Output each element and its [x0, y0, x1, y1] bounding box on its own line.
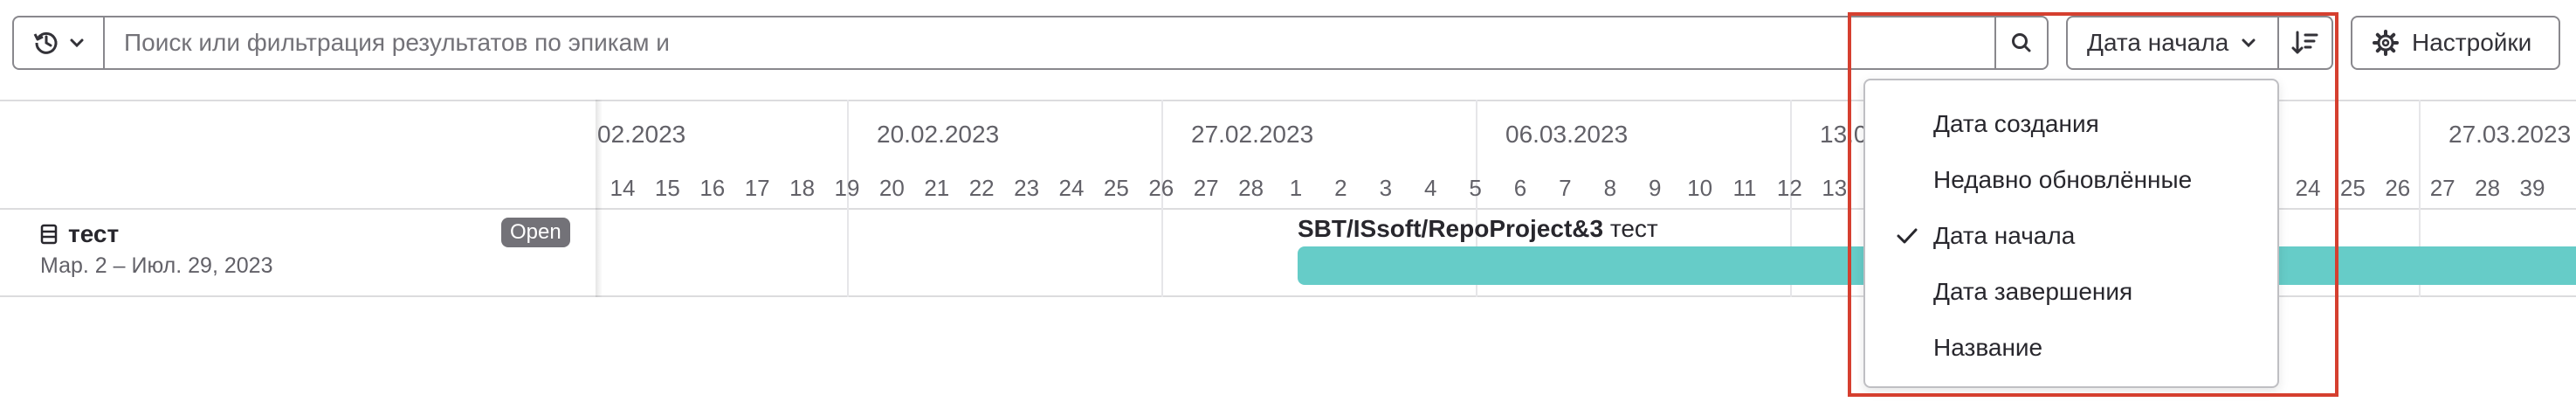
day-label: 19	[834, 175, 860, 201]
day-label: 28	[2475, 175, 2501, 201]
sort-option-label: Дата завершения	[1933, 278, 2133, 305]
day-label: 2	[1334, 175, 1347, 201]
day-label: 1	[1289, 175, 1303, 201]
day-label: 27	[1193, 175, 1219, 201]
day-label: 26	[1148, 175, 1174, 201]
search-icon	[2012, 33, 2031, 52]
epic-bar-title: тест	[1609, 215, 1658, 242]
sort-dropdown[interactable]: Дата начала	[2066, 16, 2279, 70]
sort-direction-button[interactable]	[2277, 16, 2333, 70]
chevron-down-icon	[2242, 38, 2256, 48]
day-label: 25	[1103, 175, 1129, 201]
day-label: 23	[1014, 175, 1040, 201]
day-label: 28	[1238, 175, 1264, 201]
day-label: 5	[1469, 175, 1482, 201]
day-label: 17	[744, 175, 770, 201]
epic-dates: Мар. 2 – Июл. 29, 2023	[40, 253, 273, 278]
day-label: 24	[1058, 175, 1085, 201]
week-label: 27.03.2023	[2449, 121, 2572, 148]
sort-option-due-date[interactable]: Дата завершения	[1865, 264, 2277, 320]
day-label: 20	[878, 175, 905, 201]
day-label: 39	[2519, 175, 2545, 201]
week-label: 27.02.2023	[1191, 121, 1314, 148]
day-label: 15	[654, 175, 680, 201]
week-label: 20.02.2023	[877, 121, 1000, 148]
day-label: 9	[1648, 175, 1662, 201]
day-label: 22	[968, 175, 995, 201]
day-label: 12	[1776, 175, 1802, 201]
day-label: 25	[2339, 175, 2366, 201]
week-label: 06.03.2023	[1505, 121, 1629, 148]
sort-option-title[interactable]: Название	[1865, 320, 2277, 376]
day-label: 26	[2385, 175, 2411, 201]
sort-lowest-icon	[2291, 31, 2318, 54]
epic-bar-label[interactable]: SBT/ISsoft/RepoProject&3 тест	[1298, 215, 1658, 243]
day-label: 7	[1559, 175, 1572, 201]
day-label: 3	[1379, 175, 1393, 201]
settings-button[interactable]: Настройки	[2351, 16, 2560, 70]
sort-option-label: Дата начала	[1933, 222, 2076, 249]
status-badge: Open	[501, 218, 570, 247]
sort-option-created-date[interactable]: Дата создания	[1865, 96, 2277, 152]
sort-option-start-date[interactable]: Дата начала	[1865, 208, 2277, 264]
sort-option-label: Недавно обновлённые	[1933, 166, 2193, 193]
day-label: 18	[789, 175, 816, 201]
sort-dropdown-menu: Дата создания Недавно обновлённые Дата н…	[1863, 79, 2279, 388]
check-icon	[1897, 228, 1918, 244]
chevron-down-icon	[70, 38, 84, 48]
epic-icon	[40, 224, 58, 245]
day-label: 24	[2295, 175, 2321, 201]
day-label: 14	[610, 175, 636, 201]
history-icon	[33, 31, 58, 54]
week-label: 13.0	[1820, 121, 1868, 148]
week-label: 02.2023	[597, 121, 686, 148]
day-label: 8	[1603, 175, 1617, 201]
epic-title[interactable]: тест	[40, 220, 119, 248]
sort-option-recently-updated[interactable]: Недавно обновлённые	[1865, 152, 2277, 208]
day-label: 21	[924, 175, 950, 201]
day-label: 10	[1687, 175, 1713, 201]
day-label: 13	[1822, 175, 1848, 201]
day-label: 16	[699, 175, 726, 201]
sort-dropdown-label: Дата начала	[2087, 29, 2229, 56]
sort-option-label: Дата создания	[1933, 110, 2099, 137]
search-button[interactable]	[1994, 16, 2049, 70]
day-label: 6	[1513, 175, 1527, 201]
epic-title-text: тест	[68, 220, 120, 247]
day-label: 11	[1732, 175, 1757, 201]
search-input[interactable]	[103, 16, 1996, 70]
day-label: 4	[1423, 175, 1437, 201]
settings-label: Настройки	[2412, 29, 2532, 56]
epic-reference: SBT/ISsoft/RepoProject&3	[1298, 215, 1604, 242]
gear-icon	[2373, 30, 2399, 56]
day-label: 27	[2429, 175, 2455, 201]
search-history-button[interactable]	[12, 16, 103, 70]
sort-option-label: Название	[1933, 334, 2043, 361]
